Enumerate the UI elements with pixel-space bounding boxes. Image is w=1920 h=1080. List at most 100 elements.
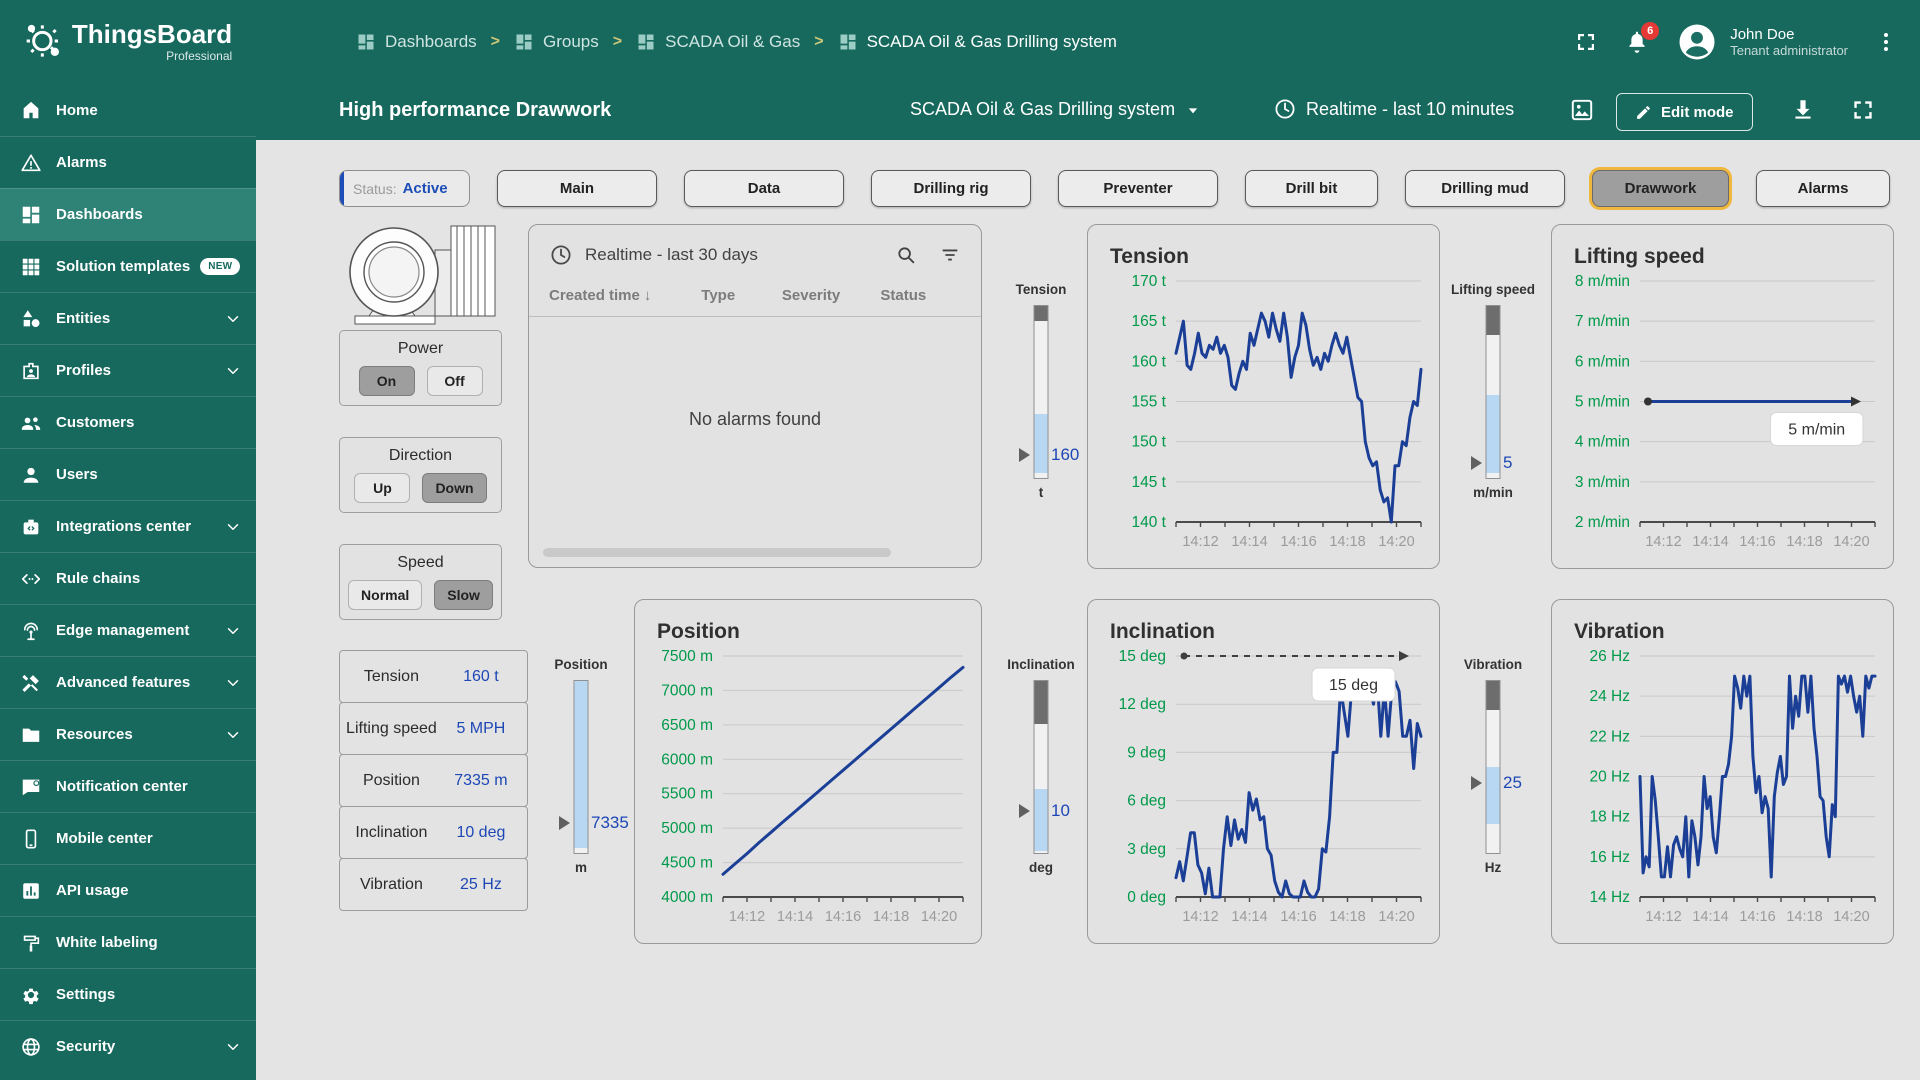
sidebar-item-users[interactable]: Users [0,448,256,500]
clock-icon [1273,97,1297,121]
sidebar-item-white-labeling[interactable]: White labeling [0,916,256,968]
svg-text:6 m/min: 6 m/min [1575,353,1630,370]
status-chip: Status: Active [339,170,470,207]
slider-segment [1035,306,1048,321]
slider-track[interactable] [1034,305,1049,479]
tab-drill-bit[interactable]: Drill bit [1245,170,1378,207]
filter-icon[interactable] [939,244,961,266]
power-off-button[interactable]: Off [427,366,483,396]
home-icon [20,99,42,121]
direction-up-button[interactable]: Up [354,473,410,503]
chart-svg: Inclination15 deg12 deg9 deg6 deg3 deg0 … [1088,600,1439,943]
dashboard-select[interactable]: SCADA Oil & Gas Drilling system [910,99,1203,120]
tab-preventer[interactable]: Preventer [1058,170,1218,207]
breadcrumb-item-dashboards[interactable]: Dashboards [356,32,477,52]
tab-drilling-rig[interactable]: Drilling rig [871,170,1031,207]
tab-alarms[interactable]: Alarms [1756,170,1890,207]
sidebar-item-home[interactable]: Home [0,84,256,136]
tab-drilling-mud[interactable]: Drilling mud [1405,170,1565,207]
breadcrumb-item-groups[interactable]: Groups [514,32,599,52]
alarm-column-type[interactable]: Type [701,287,782,304]
svg-text:14:16: 14:16 [1280,909,1316,925]
brand-logo[interactable]: ThingsBoard Professional [0,0,256,84]
telemetry-row-position: Position7335 m [339,754,528,807]
alarms-timewindow[interactable]: Realtime - last 30 days [585,245,758,265]
chevron-down-icon [224,622,242,640]
chart-title: Tension [1110,245,1189,268]
sidebar-item-resources[interactable]: Resources [0,708,256,760]
edit-mode-button[interactable]: Edit mode [1616,93,1753,131]
speed-normal-button[interactable]: Normal [348,580,422,610]
svg-text:15 deg: 15 deg [1329,677,1378,694]
chart-title: Position [657,620,740,643]
sidebar-item-alarms[interactable]: Alarms [0,136,256,188]
slider-marker-icon[interactable] [1019,804,1030,818]
breadcrumb-item-scada-oil-gas[interactable]: SCADA Oil & Gas [636,32,800,52]
user-menu[interactable]: John Doe Tenant administrator [1676,21,1848,63]
svg-text:5500 m: 5500 m [661,786,713,803]
sidebar-item-dashboards[interactable]: Dashboards [0,188,256,240]
api-usage-icon [20,880,42,902]
slider-unit: Hz [1449,860,1537,875]
fullscreen-icon[interactable] [1574,30,1598,54]
search-icon [895,244,917,266]
slider-track[interactable] [1486,305,1501,479]
power-on-button[interactable]: On [359,366,415,396]
tab-data[interactable]: Data [684,170,844,207]
sidebar-item-profiles[interactable]: Profiles [0,344,256,396]
toolbar-fullscreen-button[interactable] [1850,97,1876,123]
slider-track[interactable] [574,680,589,854]
slider-segment [1035,321,1048,414]
slider-segment [1487,710,1500,767]
slider-marker-icon[interactable] [559,816,570,830]
drawwork-motor-image [339,224,502,330]
photo-icon [1569,97,1595,123]
alarm-column-status[interactable]: Status [880,287,961,304]
telemetry-value: 5 MPH [443,720,527,738]
tab-drawwork[interactable]: Drawwork [1592,170,1729,207]
slider-label: Inclination [1001,599,1081,672]
power-panel-title: Power [340,340,501,358]
slider-track[interactable] [1034,680,1049,854]
svg-text:160 t: 160 t [1132,353,1167,370]
search-icon[interactable] [895,244,917,266]
tab-main[interactable]: Main [497,170,657,207]
chevron-down-icon [224,310,242,328]
slider-marker-icon[interactable] [1471,456,1482,470]
alarms-widget: Realtime - last 30 days Created time ↓Ty… [528,224,982,568]
sidebar-item-entities[interactable]: Entities [0,292,256,344]
alarm-column-created-time[interactable]: Created time ↓ [549,287,701,304]
notifications-bell-button[interactable]: 6 [1624,29,1650,55]
status-label: Status: [353,181,397,197]
direction-down-button[interactable]: Down [422,473,486,503]
sidebar-item-settings[interactable]: Settings [0,968,256,1020]
clock-icon [549,243,573,267]
slider-marker-icon[interactable] [1471,776,1482,790]
sidebar-item-customers[interactable]: Customers [0,396,256,448]
sidebar-item-rule-chains[interactable]: Rule chains [0,552,256,604]
slider-segment [1487,767,1500,824]
slider-label: Vibration [1449,599,1537,672]
breadcrumb-separator: > [814,33,823,51]
alarm-column-severity[interactable]: Severity [782,287,881,304]
sidebar-item-api-usage[interactable]: API usage [0,864,256,916]
breadcrumb-item-scada-oil-gas-drilling-system[interactable]: SCADA Oil & Gas Drilling system [838,32,1117,52]
kebab-menu-icon[interactable] [1874,30,1898,54]
sidebar-item-notification-center[interactable]: Notification center [0,760,256,812]
sidebar-item-advanced-features[interactable]: Advanced features [0,656,256,708]
svg-text:14:18: 14:18 [1329,534,1365,550]
sidebar-item-solution-templates[interactable]: Solution templatesNEW [0,240,256,292]
sidebar-item-edge-management[interactable]: Edge management [0,604,256,656]
image-gallery-button[interactable] [1569,97,1595,123]
svg-text:14:20: 14:20 [1378,534,1414,550]
horizontal-scrollbar[interactable] [543,548,891,557]
sidebar-item-security[interactable]: Security [0,1020,256,1072]
sidebar-item-mobile-center[interactable]: Mobile center [0,812,256,864]
slider-track[interactable] [1486,680,1501,854]
chart-tooltip: 5 m/min [1771,413,1864,446]
slider-marker-icon[interactable] [1019,448,1030,462]
sidebar-item-integrations-center[interactable]: Integrations center [0,500,256,552]
speed-slow-button[interactable]: Slow [434,580,493,610]
download-button[interactable] [1790,97,1816,123]
timewindow-button[interactable]: Realtime - last 10 minutes [1273,97,1514,121]
